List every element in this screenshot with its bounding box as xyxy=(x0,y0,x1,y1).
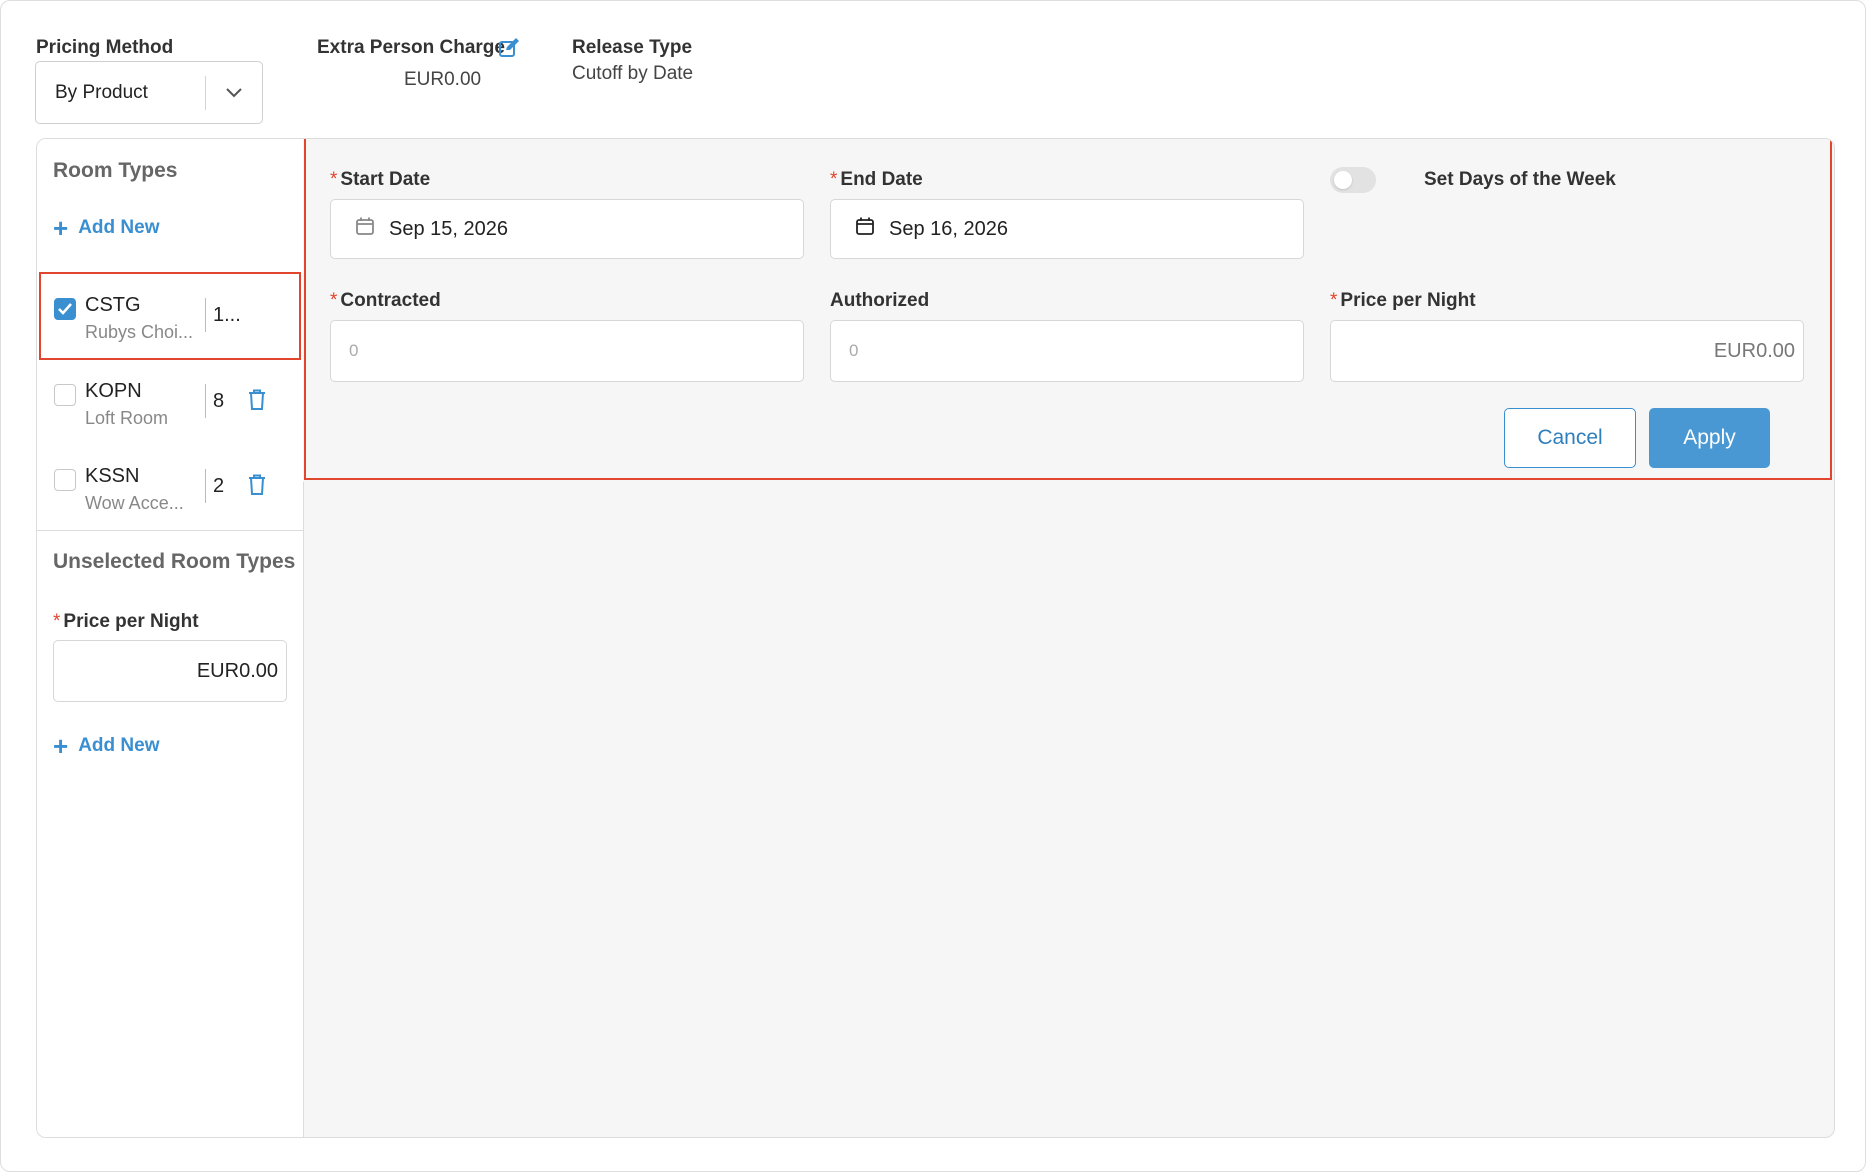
plus-icon: + xyxy=(53,731,69,761)
price-per-night-label-text: Price per Night xyxy=(1340,290,1476,311)
days-of-week-toggle[interactable] xyxy=(1330,167,1376,193)
pricing-method-select[interactable]: By Product xyxy=(35,61,263,124)
room-code: KSSN xyxy=(85,465,140,487)
room-item-cstg[interactable]: CSTG Rubys Choi... 1... xyxy=(37,286,303,364)
authorized-placeholder: 0 xyxy=(849,341,859,360)
end-date-label: * End Date xyxy=(830,169,923,191)
sidebar-price-value: EUR0.00 xyxy=(196,659,278,682)
room-code: CSTG xyxy=(85,294,141,316)
calendar-icon xyxy=(355,216,375,242)
room-name: Loft Room xyxy=(85,408,169,428)
end-date-value: Sep 16, 2026 xyxy=(889,217,1008,240)
days-of-week-label: Set Days of the Week xyxy=(1424,169,1616,190)
extra-person-value: EUR0.00 xyxy=(404,69,482,90)
content-panel: Room Types + Add New CSTG Rubys Choi... … xyxy=(36,138,1835,1138)
chevron-down-icon[interactable] xyxy=(206,87,262,99)
authorized-label: Authorized xyxy=(830,290,930,311)
start-date-label-text: Start Date xyxy=(340,169,431,190)
room-count[interactable]: 1... xyxy=(205,298,241,332)
contracted-input[interactable]: 0 xyxy=(330,320,804,382)
sidebar-price-label: * Price per Night xyxy=(53,611,199,633)
page-frame: Pricing Method By Product Extra Person C… xyxy=(0,0,1866,1172)
price-per-night-label: * Price per Night xyxy=(1330,290,1476,312)
sidebar-divider xyxy=(37,530,303,531)
room-types-title: Room Types xyxy=(53,159,178,182)
start-date-value: Sep 15, 2026 xyxy=(389,217,508,240)
required-marker: * xyxy=(830,169,838,190)
room-count[interactable]: 2 xyxy=(205,469,224,503)
required-marker: * xyxy=(330,169,338,190)
end-date-input[interactable]: Sep 16, 2026 xyxy=(830,199,1304,259)
pricing-method-label: Pricing Method xyxy=(36,37,174,58)
trash-icon[interactable] xyxy=(248,474,266,501)
room-checkbox-kopn[interactable] xyxy=(54,384,76,406)
end-date-label-text: End Date xyxy=(840,169,923,190)
room-item-kssn[interactable]: KSSN Wow Acce... 2 xyxy=(37,457,303,535)
plus-icon: + xyxy=(53,213,69,243)
start-date-label: * Start Date xyxy=(330,169,430,191)
room-item-kopn[interactable]: KOPN Loft Room 8 xyxy=(37,372,303,450)
pricing-method-value: By Product xyxy=(55,81,148,103)
release-type-value: Cutoff by Date xyxy=(572,63,694,84)
edit-icon[interactable] xyxy=(498,37,520,64)
room-count[interactable]: 8 xyxy=(205,384,224,418)
sidebar-price-input[interactable]: EUR0.00 xyxy=(53,640,287,702)
contracted-label-text: Contracted xyxy=(340,290,441,311)
calendar-icon xyxy=(855,216,875,242)
required-marker: * xyxy=(330,290,338,311)
room-checkbox-cstg[interactable] xyxy=(54,298,76,320)
room-name: Rubys Choi... xyxy=(85,322,194,342)
price-per-night-input[interactable]: EUR0.00 xyxy=(1330,320,1804,382)
toggle-knob xyxy=(1334,171,1352,189)
room-checkbox-kssn[interactable] xyxy=(54,469,76,491)
release-type-label: Release Type xyxy=(572,37,693,58)
room-code: KOPN xyxy=(85,380,142,402)
add-new-label: Add New xyxy=(78,217,160,238)
required-marker: * xyxy=(53,611,61,632)
price-per-night-value: EUR0.00 xyxy=(1713,339,1795,362)
required-marker: * xyxy=(1330,290,1338,311)
contracted-placeholder: 0 xyxy=(349,341,359,360)
extra-person-label: Extra Person Charge xyxy=(317,37,505,58)
sidebar-price-label-text: Price per Night xyxy=(63,611,199,632)
add-room-type-button[interactable]: + Add New xyxy=(53,215,159,241)
unselected-room-types-title: Unselected Room Types xyxy=(53,550,296,573)
apply-button[interactable]: Apply xyxy=(1649,408,1770,468)
trash-icon[interactable] xyxy=(248,389,266,416)
add-new-price-button[interactable]: + Add New xyxy=(53,733,159,759)
cancel-button[interactable]: Cancel xyxy=(1504,408,1636,468)
room-types-sidebar: Room Types + Add New CSTG Rubys Choi... … xyxy=(37,139,304,1137)
start-date-input[interactable]: Sep 15, 2026 xyxy=(330,199,804,259)
authorized-input[interactable]: 0 xyxy=(830,320,1304,382)
contracted-label: * Contracted xyxy=(330,290,441,312)
add-new-label: Add New xyxy=(78,735,160,756)
date-range-form: * Start Date Sep 15, 2026 * End Date Sep… xyxy=(303,139,1834,482)
room-name: Wow Acce... xyxy=(85,493,184,513)
